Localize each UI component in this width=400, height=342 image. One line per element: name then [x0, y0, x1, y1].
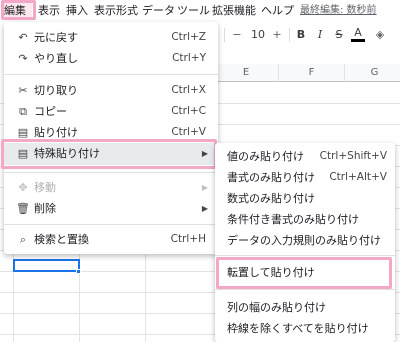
menu-item-label: 列の幅のみ貼り付け — [227, 301, 326, 314]
move-icon: ✥ — [18, 181, 28, 194]
menu-view[interactable]: 表示 — [38, 3, 60, 19]
menu-separator — [215, 255, 395, 256]
spreadsheet-window: 編集 表示 挿入 表示形式 データ ツール 拡張機能 ヘルプ 最終編集: 数秒前… — [0, 0, 400, 342]
scissors-icon: ✂ — [18, 84, 28, 97]
find-replace-icon: ⌕ — [19, 233, 27, 246]
fill-handle[interactable] — [76, 269, 81, 274]
menu-separator — [4, 172, 218, 173]
menu-item-shortcut: Ctrl+Alt+V — [329, 171, 387, 183]
menu-separator — [215, 289, 395, 290]
menu-help[interactable]: ヘルプ — [261, 3, 294, 19]
menu-item-paste-format-only[interactable]: 書式のみ貼り付け Ctrl+Alt+V — [215, 167, 395, 188]
bold-icon[interactable]: B — [294, 26, 308, 44]
menu-bar: 編集 表示 挿入 表示形式 データ ツール 拡張機能 ヘルプ 最終編集: 数秒前 — [0, 0, 400, 22]
menu-item-label: データの入力規則のみ貼り付け — [227, 234, 381, 247]
menu-item-shortcut: Ctrl+C — [171, 105, 206, 117]
column-header-e[interactable]: E — [214, 64, 279, 82]
menu-item-label: 値のみ貼り付け — [227, 150, 304, 163]
menu-item-label: コピー — [34, 105, 67, 118]
menu-item-paste-values-only[interactable]: 値のみ貼り付け Ctrl+Shift+V — [215, 146, 395, 167]
edit-menu: ↶ 元に戻す Ctrl+Z ↷ やり直し Ctrl+Y ✂ 切り取り Ctrl+… — [4, 22, 218, 254]
menu-item-label: 検索と置換 — [34, 233, 89, 246]
italic-icon[interactable]: I — [313, 26, 327, 44]
toolbar-divider — [289, 28, 290, 42]
menu-separator — [4, 74, 218, 75]
menu-item-cut[interactable]: ✂ 切り取り Ctrl+X — [4, 80, 218, 101]
menu-item-label: 元に戻す — [34, 31, 78, 44]
menu-item-shortcut: Ctrl+X — [171, 84, 206, 96]
submenu-arrow-icon: ▶ — [201, 204, 208, 213]
menu-item-paste-column-width-only[interactable]: 列の幅のみ貼り付け — [215, 297, 395, 318]
menu-item-label: やり直し — [34, 52, 78, 65]
paste-special-highlight — [1, 139, 217, 169]
menu-item-paste-data-validation-only[interactable]: データの入力規則のみ貼り付け — [215, 230, 395, 251]
menu-separator — [4, 224, 218, 225]
menu-item-move: ✥ 移動 ▶ — [4, 177, 218, 198]
submenu-arrow-icon: ▶ — [201, 183, 208, 192]
copy-icon: ⧉ — [19, 105, 27, 118]
menu-item-label: 数式のみ貼り付け — [227, 192, 315, 205]
menu-data[interactable]: データ — [142, 3, 175, 19]
menu-insert[interactable]: 挿入 — [66, 3, 88, 19]
menu-item-shortcut: Ctrl+Y — [172, 52, 206, 64]
fill-color-icon[interactable]: ◈ — [373, 26, 387, 44]
paste-special-submenu: 値のみ貼り付け Ctrl+Shift+V 書式のみ貼り付け Ctrl+Alt+V… — [215, 143, 395, 342]
menu-item-label: 条件付き書式のみ貼り付け — [227, 213, 359, 226]
menu-item-paste-all-except-borders[interactable]: 枠線を除くすべてを貼り付け — [215, 318, 395, 339]
font-size-decrease-icon[interactable]: − — [230, 26, 244, 44]
column-header-g[interactable]: G — [345, 64, 400, 82]
menu-item-shortcut: Ctrl+Z — [171, 31, 206, 43]
menu-item-paste-formula-only[interactable]: 数式のみ貼り付け — [215, 188, 395, 209]
toolbar-divider — [224, 28, 225, 42]
menu-item-delete[interactable]: 🗑 削除 ▶ — [4, 198, 218, 219]
menu-item-copy[interactable]: ⧉ コピー Ctrl+C — [4, 101, 218, 122]
menu-item-shortcut: Ctrl+H — [170, 233, 206, 245]
selected-cell[interactable] — [13, 259, 80, 272]
menu-item-shortcut: Ctrl+Shift+V — [319, 150, 387, 162]
menu-item-paste-conditional-format-only[interactable]: 条件付き書式のみ貼り付け — [215, 209, 395, 230]
menu-item-label: 削除 — [34, 202, 56, 215]
menu-edit-highlight — [1, 0, 36, 20]
menu-format[interactable]: 表示形式 — [94, 3, 138, 19]
menu-item-label: 枠線を除くすべてを貼り付け — [227, 322, 369, 335]
redo-icon: ↷ — [18, 52, 28, 65]
font-size-value[interactable]: 10 — [250, 26, 266, 44]
menu-extensions[interactable]: 拡張機能 — [212, 3, 256, 19]
menu-item-undo[interactable]: ↶ 元に戻す Ctrl+Z — [4, 27, 218, 48]
undo-icon: ↶ — [18, 31, 28, 44]
menu-item-label: 切り取り — [34, 84, 78, 97]
text-color-icon[interactable]: A — [351, 26, 365, 42]
strikethrough-icon[interactable]: S — [332, 26, 346, 44]
last-edit-link[interactable]: 最終編集: 数秒前 — [300, 3, 377, 19]
menu-item-label: 移動 — [34, 181, 56, 194]
column-header-f[interactable]: F — [279, 64, 345, 82]
column-line — [145, 248, 146, 342]
menu-item-redo[interactable]: ↷ やり直し Ctrl+Y — [4, 48, 218, 69]
menu-item-label: 書式のみ貼り付け — [227, 171, 315, 184]
menu-tools[interactable]: ツール — [177, 3, 210, 19]
font-size-increase-icon[interactable]: + — [270, 26, 284, 44]
trash-icon: 🗑 — [16, 202, 30, 215]
menu-item-find-replace[interactable]: ⌕ 検索と置換 Ctrl+H — [4, 229, 218, 250]
transpose-highlight — [216, 257, 392, 289]
